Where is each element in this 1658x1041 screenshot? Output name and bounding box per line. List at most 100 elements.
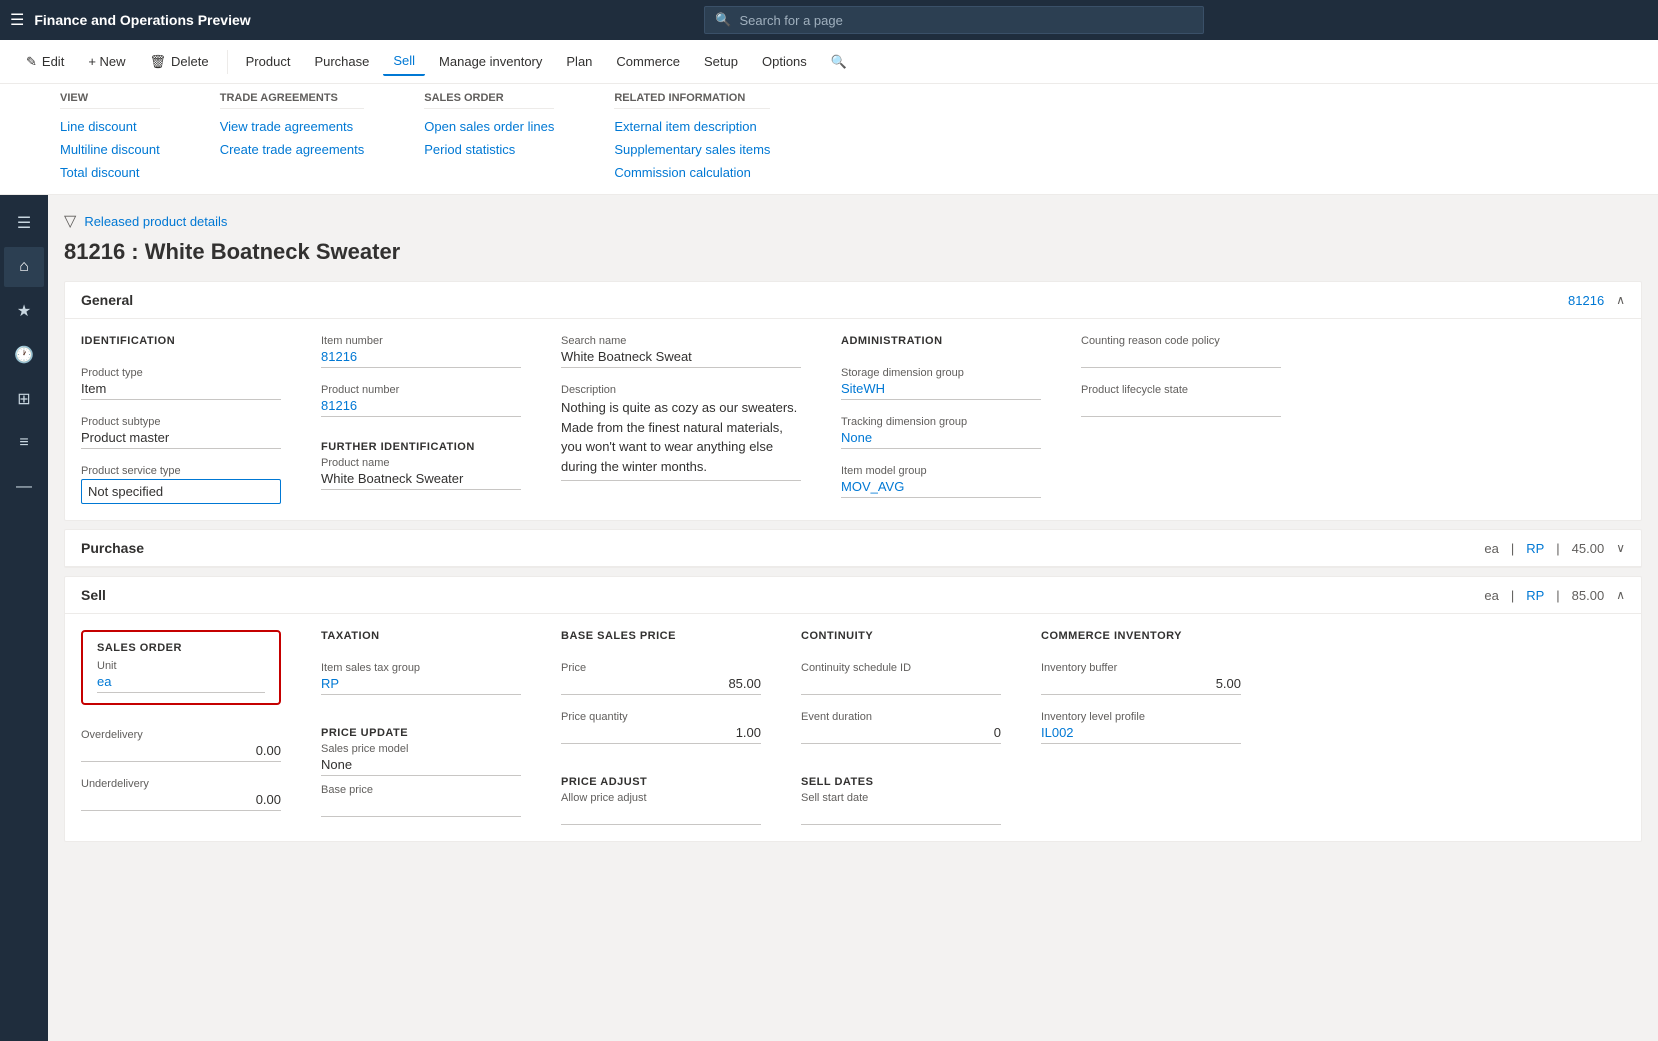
sidebar-home-icon[interactable]: ⌂	[4, 247, 44, 287]
general-section-right: 81216 ∧	[1568, 293, 1625, 308]
sell-view-section: View Line discount Multiline discount To…	[60, 92, 160, 182]
description-group: Search name White Boatneck Sweat Descrip…	[561, 335, 801, 504]
sidebar: ☰ ⌂ ★ 🕐 ⊞ ≡ —	[0, 195, 48, 1041]
filter-icon[interactable]: ▽	[64, 211, 76, 231]
base-price-field: Base price	[321, 784, 521, 817]
unit-field: Unit ea	[97, 660, 265, 693]
purchase-button[interactable]: Purchase	[304, 48, 379, 75]
purchase-section-header[interactable]: Purchase ea | RP | 45.00 ∨	[65, 530, 1641, 567]
sidebar-hamburger-icon[interactable]: ☰	[4, 203, 44, 243]
create-trade-agreements-item[interactable]: Create trade agreements	[220, 140, 365, 159]
sidebar-list-icon[interactable]: ≡	[4, 423, 44, 463]
taxation-group: TAXATION Item sales tax group RP PRICE U…	[321, 630, 521, 825]
identification-group: IDENTIFICATION Product type Item Product…	[81, 335, 281, 504]
delete-button[interactable]: 🗑 Delete	[140, 48, 219, 76]
purchase-separator2: |	[1556, 541, 1559, 556]
sell-dropdown-menu: View Line discount Multiline discount To…	[0, 84, 1658, 195]
options-button[interactable]: Options	[752, 48, 817, 75]
commission-calculation-item[interactable]: Commission calculation	[614, 163, 770, 182]
manage-inventory-button[interactable]: Manage inventory	[429, 48, 552, 75]
counting-reason-group: Counting reason code policy Product life…	[1081, 335, 1281, 504]
sell-chevron-icon: ∧	[1616, 588, 1625, 602]
search-bar[interactable]: 🔍 Search for a page	[704, 6, 1204, 34]
storage-dimension-group-field: Storage dimension group SiteWH	[841, 367, 1041, 400]
sell-sales-order-section: Sales order Open sales order lines Perio…	[424, 92, 554, 182]
purchase-section-right: ea | RP | 45.00 ∨	[1484, 541, 1625, 556]
commerce-inventory-group: COMMERCE INVENTORY Inventory buffer 5.00…	[1041, 630, 1241, 825]
general-section-body: IDENTIFICATION Product type Item Product…	[65, 319, 1641, 520]
sell-start-date-field: Sell start date	[801, 792, 1001, 825]
sales-order-box: SALES ORDER Unit ea	[81, 630, 281, 705]
product-service-type-field: Product service type Not specified	[81, 465, 281, 504]
multiline-discount-item[interactable]: Multiline discount	[60, 140, 160, 159]
product-lifecycle-state-field: Product lifecycle state	[1081, 384, 1281, 417]
product-name-field: Product name White Boatneck Sweater	[321, 457, 521, 490]
search-cmd-icon: 🔍	[831, 54, 847, 70]
plan-button[interactable]: Plan	[556, 48, 602, 75]
purchase-section: Purchase ea | RP | 45.00 ∨	[64, 529, 1642, 568]
sidebar-star-icon[interactable]: ★	[4, 291, 44, 331]
allow-price-adjust-field: Allow price adjust	[561, 792, 761, 825]
edit-icon: ✎	[26, 54, 37, 70]
sell-button[interactable]: Sell	[383, 47, 425, 76]
new-button[interactable]: + New	[78, 48, 135, 75]
price-quantity-field: Price quantity 1.00	[561, 711, 761, 744]
product-subtype-field: Product subtype Product master	[81, 416, 281, 449]
open-sales-order-lines-item[interactable]: Open sales order lines	[424, 117, 554, 136]
sell-trade-agreements-section: Trade agreements View trade agreements C…	[220, 92, 365, 182]
sell-section-body: SALES ORDER Unit ea Overdelivery 0.00 Un…	[65, 614, 1641, 841]
line-discount-item[interactable]: Line discount	[60, 117, 160, 136]
product-type-field: Product type Item	[81, 367, 281, 400]
administration-group: ADMINISTRATION Storage dimension group S…	[841, 335, 1041, 504]
sell-related-information-section: Related information External item descri…	[614, 92, 770, 182]
general-section-header[interactable]: General 81216 ∧	[65, 282, 1641, 319]
hamburger-icon[interactable]: ☰	[10, 10, 24, 30]
total-discount-item[interactable]: Total discount	[60, 163, 160, 182]
general-chevron-icon: ∧	[1616, 293, 1625, 307]
sidebar-collapse-icon[interactable]: —	[4, 467, 44, 507]
search-name-field: Search name White Boatneck Sweat	[561, 335, 801, 368]
filter-bar: ▽ Released product details	[64, 211, 1642, 231]
sell-section: Sell ea | RP | 85.00 ∧ SALES ORDER	[64, 576, 1642, 842]
external-item-description-item[interactable]: External item description	[614, 117, 770, 136]
command-bar: ✎ Edit + New 🗑 Delete Product Purchase S…	[0, 40, 1658, 84]
breadcrumb[interactable]: Released product details	[84, 214, 227, 229]
price-field: Price 85.00	[561, 662, 761, 695]
event-duration-field: Event duration 0	[801, 711, 1001, 744]
item-number-field: Item number 81216	[321, 335, 521, 368]
supplementary-sales-items-item[interactable]: Supplementary sales items	[614, 140, 770, 159]
purchase-separator: |	[1511, 541, 1514, 556]
item-number-group: Item number 81216 Product number 81216 F…	[321, 335, 521, 504]
overdelivery-field: Overdelivery 0.00	[81, 729, 281, 762]
search-placeholder: Search for a page	[740, 13, 843, 28]
sell-separator2: |	[1556, 588, 1559, 603]
product-button[interactable]: Product	[236, 48, 301, 75]
sales-order-group: SALES ORDER Unit ea Overdelivery 0.00 Un…	[81, 630, 281, 825]
search-command-button[interactable]: 🔍	[821, 48, 857, 76]
period-statistics-item[interactable]: Period statistics	[424, 140, 554, 159]
base-sales-price-group: BASE SALES PRICE Price 85.00 Price quant…	[561, 630, 761, 825]
edit-button[interactable]: ✎ Edit	[16, 48, 74, 76]
search-icon: 🔍	[715, 12, 731, 28]
continuity-schedule-id-field: Continuity schedule ID	[801, 662, 1001, 695]
sell-section-right: ea | RP | 85.00 ∧	[1484, 588, 1625, 603]
item-sales-tax-group-field: Item sales tax group RP	[321, 662, 521, 695]
continuity-group: CONTINUITY Continuity schedule ID Event …	[801, 630, 1001, 825]
sell-section-header[interactable]: Sell ea | RP | 85.00 ∧	[65, 577, 1641, 614]
sidebar-grid-icon[interactable]: ⊞	[4, 379, 44, 419]
sell-separator: |	[1511, 588, 1514, 603]
separator-1	[227, 50, 228, 74]
counting-reason-code-field: Counting reason code policy	[1081, 335, 1281, 368]
view-trade-agreements-item[interactable]: View trade agreements	[220, 117, 365, 136]
item-model-group-field: Item model group MOV_AVG	[841, 465, 1041, 498]
inventory-buffer-field: Inventory buffer 5.00	[1041, 662, 1241, 695]
layout: ☰ ⌂ ★ 🕐 ⊞ ≡ — ▽ Released product details…	[0, 195, 1658, 1041]
main-content: ▽ Released product details 81216 : White…	[48, 195, 1658, 1041]
setup-button[interactable]: Setup	[694, 48, 748, 75]
product-number-field: Product number 81216	[321, 384, 521, 417]
top-bar: ☰ Finance and Operations Preview 🔍 Searc…	[0, 0, 1658, 40]
delete-icon: 🗑	[150, 54, 167, 70]
commerce-button[interactable]: Commerce	[606, 48, 690, 75]
description-field: Description Nothing is quite as cozy as …	[561, 384, 801, 481]
sidebar-clock-icon[interactable]: 🕐	[4, 335, 44, 375]
